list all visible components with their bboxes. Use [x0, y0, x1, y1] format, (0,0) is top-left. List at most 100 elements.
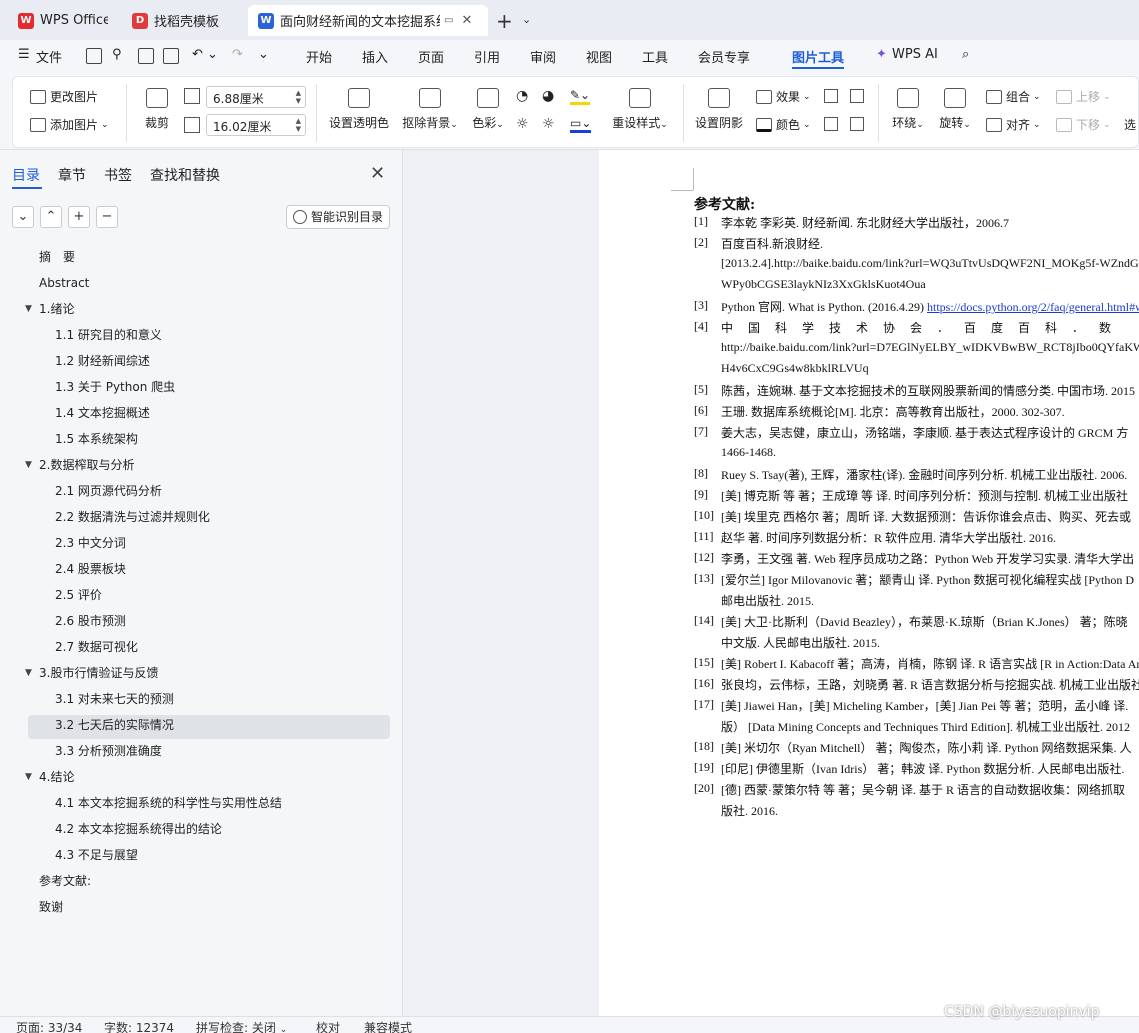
menu-picture-tools[interactable]: 图片工具	[792, 47, 844, 66]
reference-link[interactable]: https://docs.python.org/2/faq/general.ht…	[927, 300, 1139, 314]
menu-file[interactable]: 文件	[36, 47, 62, 66]
selection-pane-icon[interactable]	[850, 117, 864, 131]
spin-arrows-icon[interactable]: ▲ ▼	[296, 117, 301, 133]
height-input[interactable]: 16.02厘米 ▲ ▼	[206, 114, 306, 136]
close-icon[interactable]: ✕	[370, 163, 385, 184]
expand-arrow-icon[interactable]: ▼	[25, 766, 32, 788]
position-icon[interactable]	[824, 117, 838, 131]
page-counter[interactable]: 页面: 33/34	[16, 1019, 82, 1033]
toc-item[interactable]: 1.3 关于 Python 爬虫	[55, 376, 175, 398]
more-chevron-icon[interactable]: ⌄	[258, 47, 269, 62]
toc-item[interactable]: 1.1 研究目的和意义	[55, 324, 162, 346]
send-backward-icon[interactable]	[850, 89, 864, 103]
toc-item[interactable]: ▼ 1.绪论	[25, 298, 74, 320]
color-button[interactable]: 颜色 ⌄	[756, 116, 811, 133]
crop-button[interactable]: 裁剪	[140, 88, 174, 131]
smart-toc-button[interactable]: 智能识别目录	[286, 205, 390, 229]
proofread-button[interactable]: 校对	[316, 1019, 340, 1033]
group-button[interactable]: 组合 ⌄	[986, 88, 1041, 105]
toc-item[interactable]: 2.7 数据可视化	[55, 636, 138, 658]
hamburger-icon[interactable]: ☰	[18, 47, 30, 62]
toc-item[interactable]: 2.4 股票板块	[55, 558, 126, 580]
select-button[interactable]: 选	[1124, 116, 1136, 133]
wrap-button[interactable]: 环绕⌄	[890, 88, 926, 131]
spin-arrows-icon[interactable]: ▲ ▼	[296, 89, 301, 105]
undo-icon[interactable]: ↶ ⌄	[192, 47, 218, 62]
toc-item[interactable]: 2.5 评价	[55, 584, 102, 606]
toc-item[interactable]: 摘 要	[39, 246, 75, 268]
set-transparent-button[interactable]: 设置透明色	[328, 88, 390, 131]
menu-page[interactable]: 页面	[418, 47, 444, 66]
tab-document[interactable]: W 面向财经新闻的文本挖掘系统 ▭ ✕	[248, 5, 488, 36]
move-up-button[interactable]: 上移 ⌄	[1056, 88, 1111, 105]
move-down-button[interactable]: 下移 ⌄	[1056, 116, 1111, 133]
menu-insert[interactable]: 插入	[362, 47, 388, 66]
toc-item[interactable]: 2.1 网页源代码分析	[55, 480, 162, 502]
tab-docer-templates[interactable]: D 找稻壳模板	[122, 5, 244, 36]
redo-icon[interactable]: ↷	[232, 47, 243, 62]
border-color-icon[interactable]: ▭⌄	[570, 116, 592, 133]
menu-member[interactable]: 会员专享	[698, 47, 750, 66]
spell-check-toggle[interactable]: 拼写检查: 关闭 ⌄	[196, 1019, 287, 1033]
toc-item[interactable]: 参考文献:	[39, 870, 91, 892]
close-icon[interactable]: ✕	[461, 13, 472, 28]
width-input[interactable]: 6.88厘米 ▲ ▼	[206, 86, 306, 108]
menu-wps-ai[interactable]: WPS AI	[892, 47, 938, 62]
contrast-down-icon[interactable]: ☼	[542, 116, 555, 132]
toc-item[interactable]: 3.3 分析预测准确度	[55, 740, 162, 762]
menu-tools[interactable]: 工具	[642, 47, 668, 66]
toc-item[interactable]: 2.6 股市预测	[55, 610, 126, 632]
search-icon[interactable]: ⌕	[962, 47, 969, 62]
toc-item[interactable]: ▼ 2.数据榨取与分析	[25, 454, 134, 476]
effect-button[interactable]: 效果 ⌄	[756, 88, 811, 105]
reset-style-button[interactable]: 重设样式⌄	[610, 88, 670, 131]
expand-button[interactable]: ⌃	[40, 206, 62, 228]
chevron-down-icon[interactable]: ⌄	[522, 13, 531, 26]
sidebar-tab-chapter[interactable]: 章节	[58, 165, 86, 185]
rotate-button[interactable]: 旋转⌄	[936, 88, 974, 131]
brightness-down-icon[interactable]: ◕	[542, 88, 554, 104]
toc-item[interactable]: 1.4 文本挖掘概述	[55, 402, 150, 424]
expand-arrow-icon[interactable]: ▼	[25, 298, 32, 320]
align-button[interactable]: 对齐 ⌄	[986, 116, 1041, 133]
toc-item[interactable]: Abstract	[39, 272, 89, 294]
contrast-up-icon[interactable]: ☼	[516, 116, 529, 132]
menu-home[interactable]: 开始	[306, 47, 332, 66]
word-count[interactable]: 字数: 12374	[104, 1019, 174, 1033]
toc-item[interactable]: 2.2 数据清洗与过滤并规则化	[55, 506, 210, 528]
expand-arrow-icon[interactable]: ▼	[25, 662, 32, 684]
color-tone-button[interactable]: 色彩⌄	[470, 88, 506, 131]
add-heading-button[interactable]: +	[68, 206, 90, 228]
collapse-button[interactable]: ⌄	[12, 206, 34, 228]
monitor-icon[interactable]: ▭	[444, 15, 453, 26]
toc-item[interactable]: ▼ 3.股市行情验证与反馈	[25, 662, 158, 684]
link-icon[interactable]: ⚲	[112, 47, 122, 62]
menu-view[interactable]: 视图	[586, 47, 612, 66]
toc-item[interactable]: 4.1 本文本挖掘系统的科学性与实用性总结	[55, 792, 282, 814]
toc-item[interactable]: 1.5 本系统架构	[55, 428, 138, 450]
remove-heading-button[interactable]: −	[96, 206, 118, 228]
expand-arrow-icon[interactable]: ▼	[25, 454, 32, 476]
new-tab-icon[interactable]: +	[496, 9, 513, 33]
print-icon[interactable]	[138, 48, 154, 64]
toc-item[interactable]: 3.2 七天后的实际情况	[55, 714, 174, 736]
print-preview-icon[interactable]	[163, 48, 179, 64]
save-icon[interactable]	[86, 48, 102, 64]
toc-item[interactable]: 4.2 本文本挖掘系统得出的结论	[55, 818, 222, 840]
toc-item[interactable]: 致谢	[39, 896, 63, 918]
tab-wps-office[interactable]: W WPS Office	[8, 5, 118, 36]
toc-item[interactable]: 3.1 对未来七天的预测	[55, 688, 174, 710]
toc-item[interactable]: 2.3 中文分词	[55, 532, 126, 554]
remove-background-button[interactable]: 抠除背景⌄	[400, 88, 460, 131]
toc-item[interactable]: 4.3 不足与展望	[55, 844, 138, 866]
change-image-button[interactable]: 更改图片	[30, 88, 98, 105]
sidebar-tab-bookmark[interactable]: 书签	[104, 165, 132, 185]
bring-forward-icon[interactable]	[824, 89, 838, 103]
set-shadow-button[interactable]: 设置阴影	[694, 88, 744, 131]
sidebar-tab-toc[interactable]: 目录	[12, 165, 40, 185]
toc-item[interactable]: ▼ 4.结论	[25, 766, 74, 788]
toc-item[interactable]: 1.2 财经新闻综述	[55, 350, 150, 372]
highlight-color-icon[interactable]: ✎⌄	[570, 88, 591, 105]
add-image-button[interactable]: 添加图片 ⌄	[30, 116, 109, 133]
brightness-up-icon[interactable]: ◔	[516, 88, 528, 104]
